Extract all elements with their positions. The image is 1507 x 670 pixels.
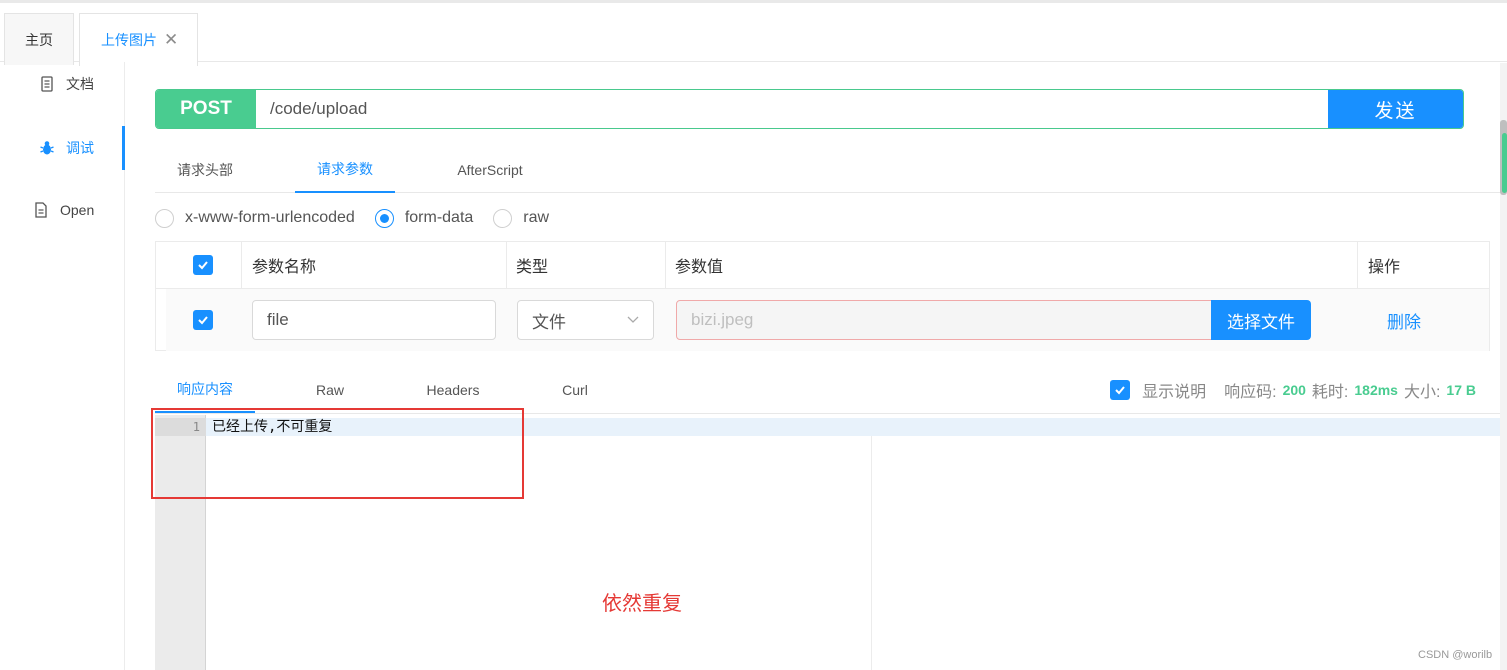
radio-label: x-www-form-urlencoded bbox=[185, 209, 355, 226]
close-icon[interactable]: ✕ bbox=[164, 30, 178, 50]
radio-label: raw bbox=[523, 209, 550, 226]
highlight-box bbox=[151, 408, 524, 499]
tab-request-headers[interactable]: 请求头部 bbox=[155, 146, 255, 193]
body-type-radio-group: x-www-form-urlencoded form-data raw bbox=[155, 205, 569, 231]
url-input[interactable]: /code/upload bbox=[256, 90, 1328, 128]
sidebar-item-docs[interactable]: 文档 bbox=[0, 62, 124, 106]
radio-form-data[interactable]: form-data bbox=[374, 208, 474, 228]
sidebar-item-label: Open bbox=[60, 202, 95, 218]
status-code-value: 200 bbox=[1282, 381, 1306, 398]
column-header-action: 操作 bbox=[1368, 259, 1401, 276]
status-code-label: 响应码: bbox=[1224, 383, 1277, 401]
radio-circle[interactable] bbox=[374, 208, 394, 228]
print-margin bbox=[871, 436, 872, 670]
method-badge[interactable]: POST bbox=[156, 90, 256, 128]
watermark: CSDN @worilb bbox=[1418, 649, 1493, 661]
tab-response-raw[interactable]: Raw bbox=[280, 366, 380, 413]
select-all-checkbox[interactable] bbox=[193, 255, 213, 275]
param-type-select[interactable]: 文件 bbox=[517, 300, 654, 340]
column-header-type: 类型 bbox=[516, 259, 549, 276]
tab-upload-image-label: 上传图片 bbox=[101, 32, 157, 48]
radio-label: form-data bbox=[404, 209, 474, 226]
show-description-checkbox[interactable] bbox=[1110, 379, 1131, 400]
tab-afterscript[interactable]: AfterScript bbox=[435, 146, 545, 193]
document-icon bbox=[40, 76, 54, 92]
param-value-input[interactable]: bizi.jpeg bbox=[676, 300, 1212, 340]
bug-icon bbox=[40, 140, 54, 156]
params-table: 参数名称 类型 参数值 操作 file 文件 bizi.jpeg 选择文件 删除 bbox=[155, 241, 1490, 351]
row-checkbox[interactable] bbox=[193, 310, 213, 330]
side-menu: 文档 调试 Open bbox=[0, 62, 125, 670]
tab-home[interactable]: 主页 bbox=[4, 13, 74, 65]
column-header-value: 参数值 bbox=[675, 259, 724, 276]
param-type-value: 文件 bbox=[532, 312, 566, 332]
elapsed-time-label: 耗时: bbox=[1311, 383, 1349, 401]
table-row: file 文件 bizi.jpeg 选择文件 删除 bbox=[166, 289, 1489, 351]
size-value: 17 B bbox=[1446, 381, 1476, 398]
tab-upload-image[interactable]: 上传图片 ✕ bbox=[79, 13, 198, 66]
annotation-note: 依然重复 bbox=[602, 593, 682, 615]
choose-file-button[interactable]: 选择文件 bbox=[1211, 300, 1311, 340]
size-label: 大小: bbox=[1403, 383, 1441, 401]
sidebar-item-debug[interactable]: 调试 bbox=[0, 126, 125, 170]
show-description-label: 显示说明 bbox=[1142, 383, 1207, 401]
sidebar-item-open[interactable]: Open bbox=[0, 188, 124, 232]
response-info: 显示说明 响应码: 200 耗时: 182ms 大小: 17 B bbox=[1110, 366, 1482, 413]
column-header-name: 参数名称 bbox=[252, 259, 317, 276]
send-button[interactable]: 发送 bbox=[1328, 90, 1463, 128]
tab-bar: 主页 上传图片 ✕ bbox=[0, 0, 1507, 66]
radio-circle[interactable] bbox=[155, 208, 174, 228]
radio-circle[interactable] bbox=[493, 208, 513, 228]
tab-response-headers[interactable]: Headers bbox=[403, 366, 503, 413]
table-header-row: 参数名称 类型 参数值 操作 bbox=[156, 242, 1489, 289]
elapsed-time-value: 182ms bbox=[1354, 381, 1398, 398]
tab-request-params[interactable]: 请求参数 bbox=[295, 146, 395, 193]
request-tabs: 请求头部 请求参数 AfterScript bbox=[155, 146, 1500, 193]
param-name-input[interactable]: file bbox=[252, 300, 496, 340]
tab-home-label: 主页 bbox=[25, 31, 53, 48]
sidebar-item-label: 调试 bbox=[66, 140, 94, 156]
response-tabs: 响应内容 Raw Headers Curl 显示说明 响应码: 200 耗时: … bbox=[155, 366, 1500, 414]
request-bar: POST /code/upload 发送 bbox=[155, 89, 1464, 129]
file-icon bbox=[34, 202, 48, 218]
tab-response-curl[interactable]: Curl bbox=[525, 366, 625, 413]
chevron-down-icon bbox=[627, 316, 639, 323]
scroll-indicator bbox=[1502, 133, 1507, 193]
radio-urlencoded[interactable]: x-www-form-urlencoded bbox=[155, 208, 355, 228]
radio-raw[interactable]: raw bbox=[493, 208, 550, 228]
delete-link[interactable]: 删除 bbox=[1387, 289, 1421, 351]
sidebar-item-label: 文档 bbox=[66, 76, 94, 92]
tab-response-body[interactable]: 响应内容 bbox=[155, 366, 255, 413]
